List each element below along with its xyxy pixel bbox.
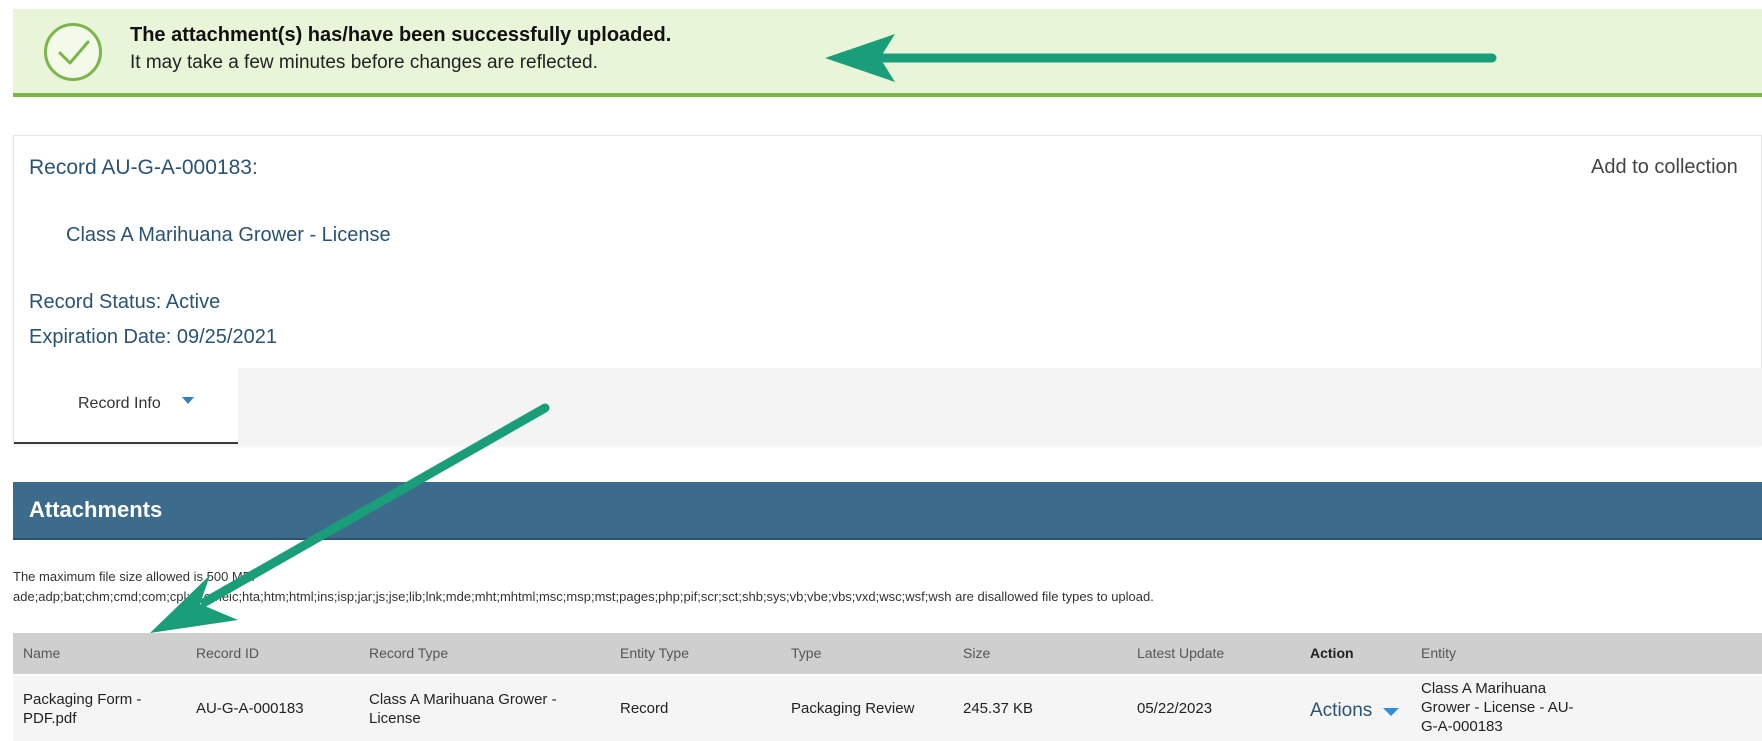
column-header-size[interactable]: Size — [963, 645, 990, 661]
column-header-entity-type[interactable]: Entity Type — [620, 645, 689, 661]
add-to-collection-link[interactable]: Add to collection — [1591, 156, 1762, 179]
cell-entity-line2: Grower - License - AU- — [1421, 699, 1574, 716]
record-title: Record AU-G-A-000183: — [29, 156, 258, 179]
column-header-name[interactable]: Name — [23, 645, 60, 661]
column-header-latest-update[interactable]: Latest Update — [1137, 645, 1224, 661]
cell-record-id[interactable]: AU-G-A-000183 — [196, 700, 304, 717]
table-row: Packaging Form - PDF.pdf AU-G-A-000183 C… — [13, 676, 1762, 741]
actions-caret-down-icon[interactable] — [1383, 708, 1399, 716]
record-type-name: Class A Marihuana Grower - License — [66, 224, 391, 246]
attachments-table-header: Name Record ID Record Type Entity Type T… — [13, 633, 1762, 674]
disallowed-file-types-note: ade;adp;bat;chm;cmd;com;cpl;exe;heic;hta… — [13, 589, 1154, 604]
banner-subtitle: It may take a few minutes before changes… — [130, 52, 598, 73]
checkmark-circle-icon — [44, 23, 102, 81]
record-tab-bar: Record Info — [14, 368, 1762, 446]
expiration-date: Expiration Date: 09/25/2021 — [29, 326, 277, 348]
cell-entity: Class A Marihuana Grower - License - AU-… — [1421, 679, 1574, 736]
tab-record-info-label: Record Info — [78, 395, 161, 412]
cell-record-type: Class A Marihuana Grower - License — [369, 690, 557, 728]
checkmark-icon — [58, 40, 90, 65]
record-panel: Record AU-G-A-000183: Add to collection … — [13, 135, 1762, 446]
attachments-section-header: Attachments — [13, 482, 1762, 540]
column-header-type[interactable]: Type — [791, 645, 821, 661]
cell-record-type-line1: Class A Marihuana Grower - — [369, 691, 557, 708]
cell-latest-update: 05/22/2023 — [1137, 700, 1213, 717]
cell-name-line2: PDF.pdf — [23, 710, 77, 727]
banner-title: The attachment(s) has/have been successf… — [130, 24, 672, 46]
actions-dropdown[interactable]: Actions — [1310, 700, 1372, 722]
tab-record-info[interactable]: Record Info — [14, 368, 238, 444]
cell-entity-line1: Class A Marihuana — [1421, 680, 1547, 697]
cell-size: 245.37 KB — [963, 700, 1034, 717]
cell-entity-type: Record — [620, 700, 669, 717]
column-header-entity[interactable]: Entity — [1421, 645, 1456, 661]
attachments-heading: Attachments — [29, 497, 163, 522]
cell-name-line1: Packaging Form - — [23, 691, 142, 708]
caret-down-icon — [182, 397, 194, 404]
column-header-action: Action — [1310, 645, 1354, 661]
cell-entity-line3: G-A-000183 — [1421, 718, 1503, 735]
max-file-size-note: The maximum file size allowed is 500 MB. — [13, 569, 256, 584]
cell-record-type-line2: License — [369, 710, 421, 727]
success-banner: The attachment(s) has/have been successf… — [13, 9, 1762, 97]
cell-type: Packaging Review — [791, 700, 915, 717]
cell-name[interactable]: Packaging Form - PDF.pdf — [23, 690, 141, 728]
column-header-record-type[interactable]: Record Type — [369, 645, 448, 661]
record-status: Record Status: Active — [29, 291, 221, 313]
column-header-record-id[interactable]: Record ID — [196, 645, 259, 661]
